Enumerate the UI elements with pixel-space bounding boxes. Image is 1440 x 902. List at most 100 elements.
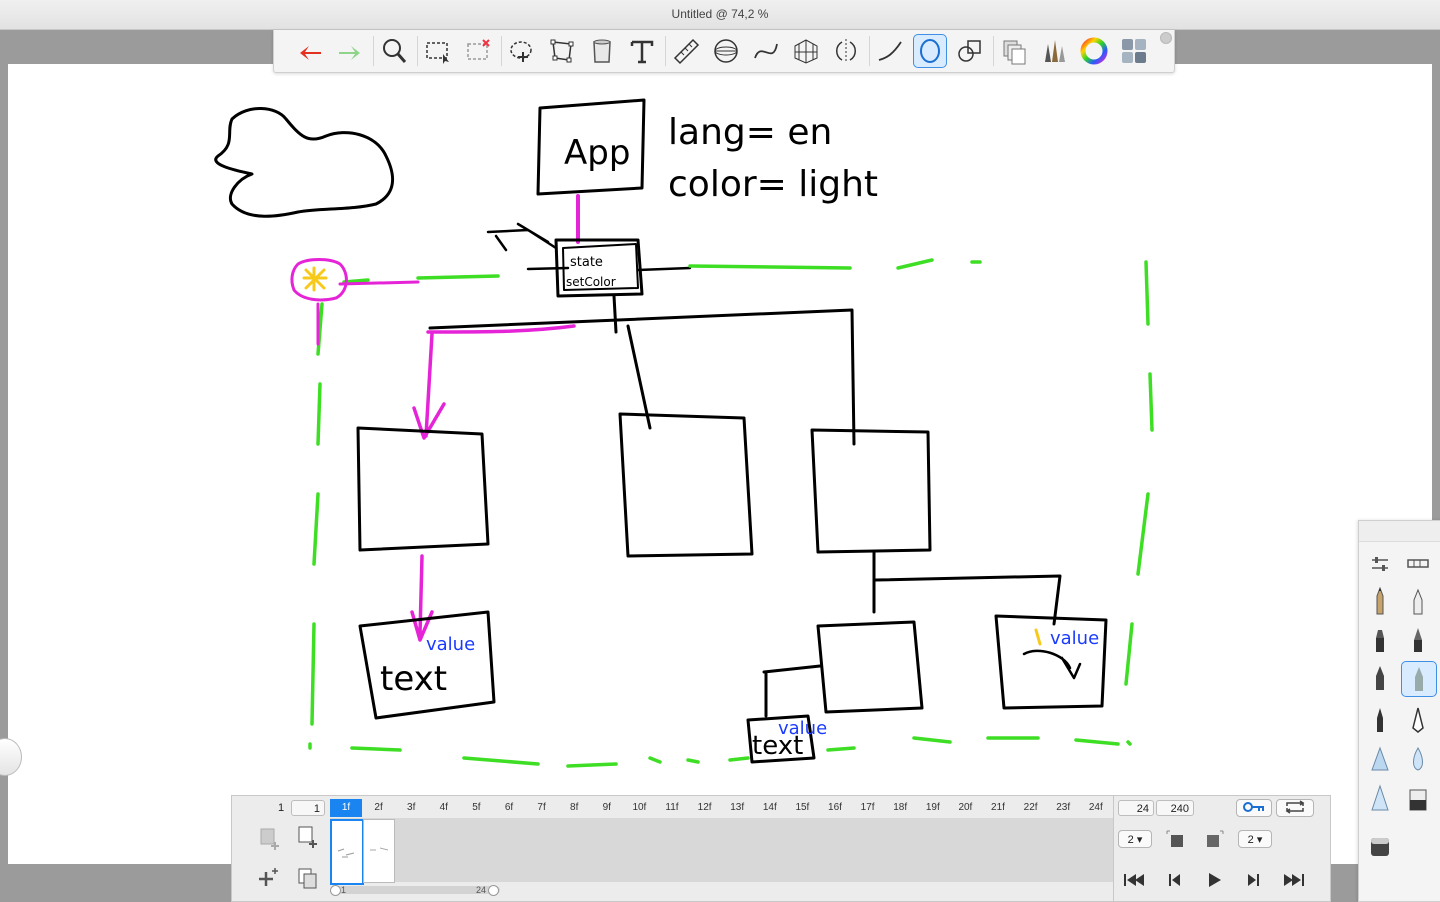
layers-icon[interactable] — [997, 34, 1031, 68]
frame-22f[interactable]: 22f — [1015, 799, 1047, 817]
pen-brush[interactable] — [1363, 661, 1397, 695]
onion-after-value: 2 — [1247, 834, 1254, 846]
brush-settings-icon[interactable] — [1363, 547, 1397, 581]
palettes-icon[interactable] — [1117, 34, 1151, 68]
pencil-brush[interactable] — [1363, 585, 1397, 619]
value-label-bottom: value — [778, 718, 827, 739]
select-clear-icon[interactable] — [461, 34, 495, 68]
frame-4f[interactable]: 4f — [428, 799, 460, 817]
airbrush-brush[interactable] — [1401, 585, 1435, 619]
frame-17f[interactable]: 17f — [852, 799, 884, 817]
onion-after-select[interactable]: 2 ▾ — [1238, 830, 1272, 848]
drawing-canvas[interactable]: App lang= en color= light state setColor… — [8, 64, 1432, 864]
scrollbar-start-knob[interactable] — [330, 885, 341, 896]
frame-9f[interactable]: 9f — [591, 799, 623, 817]
loop-button[interactable] — [1276, 799, 1314, 817]
onion-before-value: 2 — [1127, 834, 1134, 846]
scrollbar-end-knob[interactable] — [488, 885, 499, 896]
onion-after-icon[interactable] — [1202, 828, 1226, 852]
fps-field[interactable]: 24 — [1118, 800, 1154, 816]
droplet-brush[interactable] — [1401, 743, 1435, 777]
frame-1f[interactable]: 1f — [330, 799, 362, 817]
frame-24f[interactable]: 24f — [1080, 799, 1112, 817]
frame-15f[interactable]: 15f — [786, 799, 818, 817]
redo-icon[interactable] — [333, 34, 367, 68]
frame-2f[interactable]: 2f — [363, 799, 395, 817]
symmetry-icon[interactable] — [829, 34, 863, 68]
frame-5f[interactable]: 5f — [460, 799, 492, 817]
technical-pen-brush[interactable] — [1363, 703, 1397, 737]
color-wheel-icon[interactable] — [1077, 34, 1111, 68]
previous-frame-icon[interactable] — [1160, 870, 1188, 890]
frame-thumbnail-1[interactable] — [330, 819, 364, 885]
state-label-line2: setColor — [566, 275, 616, 289]
frame-8f[interactable]: 8f — [558, 799, 590, 817]
frame-14f[interactable]: 14f — [754, 799, 786, 817]
frame-3f[interactable]: 3f — [395, 799, 427, 817]
sketch-drawing: App lang= en color= light state setColor… — [214, 98, 1154, 768]
distort-icon[interactable] — [545, 34, 579, 68]
lasso-fill-icon[interactable] — [913, 34, 947, 68]
timeline-scrollbar[interactable]: 1 24 — [330, 885, 500, 896]
text-label-left: text — [380, 659, 447, 699]
frame-thumbnail-2[interactable] — [363, 819, 395, 883]
app-label: App — [564, 133, 630, 173]
frame-16f[interactable]: 16f — [819, 799, 851, 817]
frame-12f[interactable]: 12f — [689, 799, 721, 817]
add-frame-icon[interactable] — [258, 826, 282, 850]
duplicate-frame-icon[interactable] — [296, 824, 320, 848]
play-icon[interactable] — [1200, 870, 1228, 890]
triangle-brush[interactable] — [1363, 743, 1397, 777]
total-frames-field[interactable]: 240 — [1156, 800, 1194, 816]
frame-20f[interactable]: 20f — [949, 799, 981, 817]
start-frame-label: 1 — [278, 802, 285, 814]
frame-6f[interactable]: 6f — [493, 799, 525, 817]
copy-frame-icon[interactable] — [296, 866, 320, 890]
frame-11f[interactable]: 11f — [656, 799, 688, 817]
next-frame-icon[interactable] — [1240, 870, 1268, 890]
window-title: Untitled @ 74,2 % — [0, 0, 1440, 30]
shapes-icon[interactable] — [953, 34, 987, 68]
toolbar-close-button[interactable] — [1160, 32, 1172, 44]
first-frame-icon[interactable] — [1120, 870, 1148, 890]
frame-13f[interactable]: 13f — [721, 799, 753, 817]
eraser-brush[interactable] — [1363, 829, 1397, 863]
frame-10f[interactable]: 10f — [623, 799, 655, 817]
frame-18f[interactable]: 18f — [884, 799, 916, 817]
cone-brush[interactable] — [1363, 783, 1397, 817]
ellipse-guide-icon[interactable] — [709, 34, 743, 68]
ruler-icon[interactable] — [669, 34, 703, 68]
keyframe-button[interactable] — [1236, 799, 1272, 817]
lasso-transform-icon[interactable] — [505, 34, 539, 68]
onion-before-select[interactable]: 2 ▾ — [1118, 830, 1152, 848]
undo-icon[interactable] — [293, 34, 327, 68]
zoom-icon[interactable] — [377, 34, 411, 68]
insert-frame-icon[interactable] — [258, 866, 282, 890]
main-toolbar — [273, 30, 1175, 73]
perspective-guide-icon[interactable] — [789, 34, 823, 68]
lang-label: lang= en — [668, 112, 832, 153]
brushes-icon[interactable] — [1037, 34, 1071, 68]
frame-7f[interactable]: 7f — [526, 799, 558, 817]
eraser-block-brush[interactable] — [1401, 783, 1435, 817]
last-frame-icon[interactable] — [1280, 870, 1308, 890]
fineliner-brush[interactable] — [1401, 661, 1437, 697]
frame-ruler: 1f 2f 3f 4f 5f 6f 7f 8f 9f 10f 11f 12f 1… — [330, 799, 1113, 817]
brush-list-icon[interactable] — [1401, 547, 1435, 581]
curve-guide-icon[interactable] — [749, 34, 783, 68]
frame-track — [330, 818, 1113, 885]
onion-before-icon[interactable] — [1164, 828, 1188, 852]
ink-brush[interactable] — [1401, 623, 1435, 657]
calligraphy-pen-brush[interactable] — [1401, 703, 1435, 737]
animation-timeline: 1 1 1f 2f 3f 4f 5f 6f 7f 8f 9f 10f 11f 1… — [231, 795, 1331, 902]
stroke-icon[interactable] — [873, 34, 907, 68]
value-label-right: value — [1050, 628, 1099, 649]
frame-23f[interactable]: 23f — [1047, 799, 1079, 817]
text-tool-icon[interactable] — [625, 34, 659, 68]
rect-select-icon[interactable] — [421, 34, 455, 68]
frame-21f[interactable]: 21f — [982, 799, 1014, 817]
marker-brush[interactable] — [1363, 623, 1397, 657]
frame-19f[interactable]: 19f — [917, 799, 949, 817]
fill-bucket-icon[interactable] — [585, 34, 619, 68]
start-frame-field[interactable]: 1 — [291, 800, 325, 816]
